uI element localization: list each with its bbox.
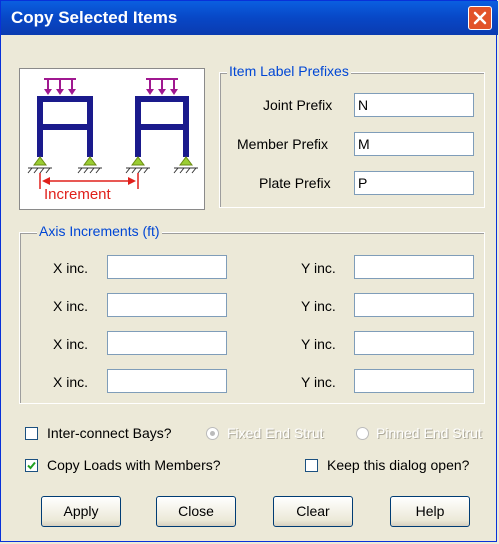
member-prefix-label: Member Prefix	[237, 136, 329, 152]
x-inc-label: X inc.	[53, 374, 89, 390]
fixed-end-strut-label: Fixed End Strut	[227, 425, 324, 441]
y-inc-input[interactable]	[354, 293, 474, 317]
y-inc-input[interactable]	[354, 369, 474, 393]
apply-button[interactable]: Apply	[41, 496, 121, 527]
copy-loads-label: Copy Loads with Members?	[47, 457, 221, 473]
plate-prefix-label: Plate Prefix	[259, 175, 331, 191]
y-inc-label: Y inc.	[301, 336, 336, 352]
y-inc-label: Y inc.	[301, 260, 336, 276]
close-button[interactable]: Close	[156, 496, 236, 527]
dialog-window: Copy Selected Items Increment Item Label…	[0, 0, 498, 542]
x-inc-label: X inc.	[53, 260, 89, 276]
title-bar[interactable]: Copy Selected Items	[1, 1, 498, 35]
keep-dialog-open-label: Keep this dialog open?	[327, 457, 470, 473]
interconnect-bays-checkbox[interactable]	[25, 427, 38, 440]
increment-caption: Increment	[44, 186, 111, 203]
x-inc-input[interactable]	[107, 331, 227, 355]
fixed-end-strut-radio[interactable]	[206, 427, 219, 440]
help-button[interactable]: Help	[390, 496, 470, 527]
interconnect-bays-label: Inter-connect Bays?	[47, 425, 172, 441]
x-inc-input[interactable]	[107, 369, 227, 393]
pinned-end-strut-radio[interactable]	[356, 427, 369, 440]
frame-members-icon	[37, 96, 189, 157]
x-inc-input[interactable]	[107, 293, 227, 317]
y-inc-input[interactable]	[354, 331, 474, 355]
clear-button[interactable]: Clear	[273, 496, 353, 527]
copy-loads-checkbox[interactable]	[25, 459, 38, 472]
x-inc-label: X inc.	[53, 298, 89, 314]
item-label-prefixes-legend: Item Label Prefixes	[227, 63, 351, 79]
checkmark-icon	[27, 461, 36, 470]
dialog-title: Copy Selected Items	[11, 8, 178, 27]
keep-dialog-open-checkbox[interactable]	[305, 459, 318, 472]
x-inc-label: X inc.	[53, 336, 89, 352]
close-window-button[interactable]	[468, 6, 492, 30]
load-arrows-icon	[44, 78, 178, 95]
frame-illustration: Increment	[19, 68, 205, 210]
plate-prefix-input[interactable]: P	[354, 171, 474, 195]
radio-dot-icon	[210, 431, 215, 436]
joint-prefix-input[interactable]: N	[354, 93, 474, 117]
y-inc-label: Y inc.	[301, 298, 336, 314]
support-icon	[33, 156, 193, 166]
y-inc-input[interactable]	[354, 255, 474, 279]
joint-prefix-label: Joint Prefix	[263, 97, 333, 113]
axis-increments-legend: Axis Increments (ft)	[37, 223, 162, 239]
pinned-end-strut-label: Pinned End Strut	[376, 425, 482, 441]
close-icon	[473, 11, 487, 25]
y-inc-label: Y inc.	[301, 374, 336, 390]
member-prefix-input[interactable]: M	[354, 132, 474, 156]
x-inc-input[interactable]	[107, 255, 227, 279]
